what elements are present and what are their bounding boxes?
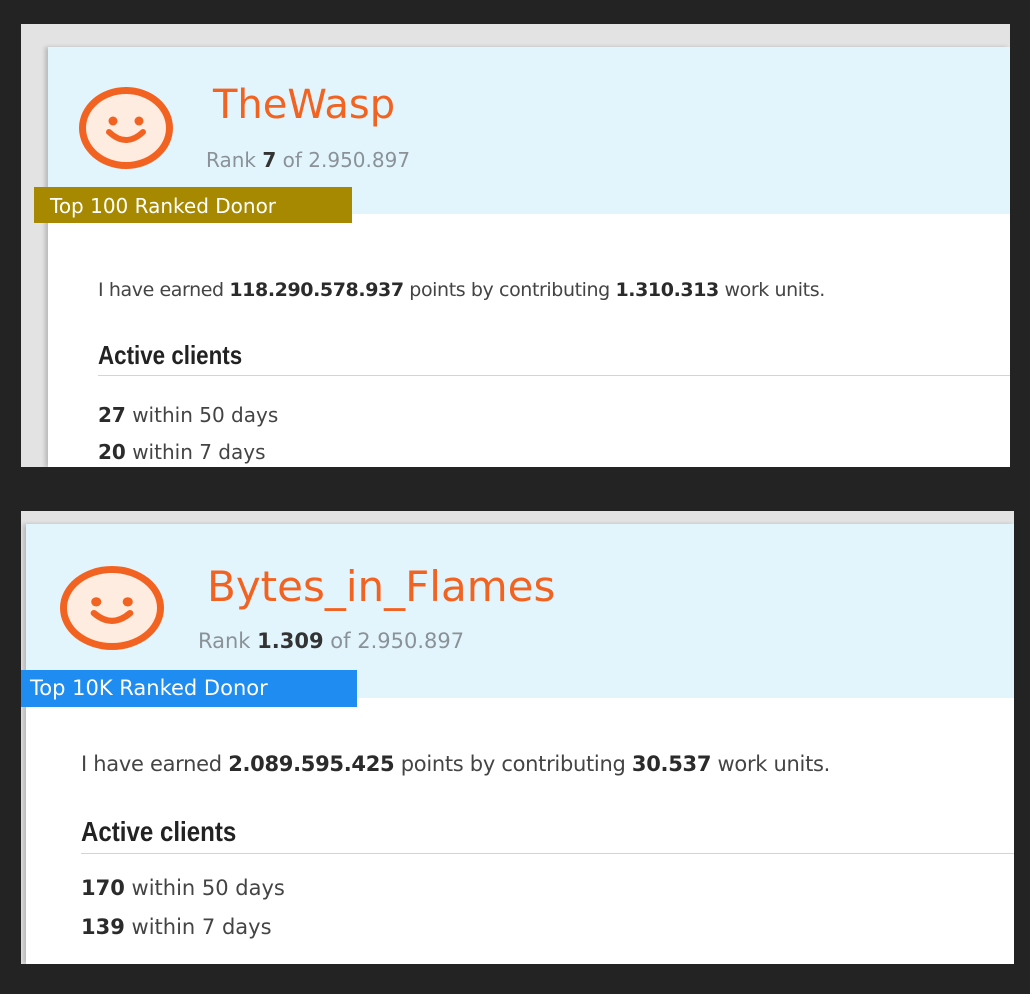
active-clients-list: 170 within 50 days 139 within 7 days: [81, 869, 285, 947]
active-clients-title: Active clients: [98, 340, 243, 370]
rank-line: Rank 7 of 2.950.897: [206, 148, 411, 172]
donor-panel-thewasp: TheWasp Rank 7 of 2.950.897 I have earne…: [21, 24, 1010, 467]
work-units-value: 1.310.313: [615, 279, 719, 301]
list-item: 20 within 7 days: [98, 440, 266, 464]
rank-value: 1.309: [257, 629, 324, 653]
points-value: 118.290.578.937: [229, 279, 404, 301]
rank-value: 7: [262, 148, 277, 172]
rank-line: Rank 1.309 of 2.950.897: [198, 629, 465, 653]
list-item: 170 within 50 days: [81, 876, 285, 900]
smiley-avatar-icon: [60, 566, 164, 650]
donor-name[interactable]: TheWasp: [213, 85, 395, 125]
smiley-avatar-icon: [79, 87, 173, 169]
donor-card: TheWasp Rank 7 of 2.950.897 I have earne…: [48, 47, 1010, 467]
donor-card: Bytes_in_Flames Rank 1.309 of 2.950.897 …: [26, 524, 1014, 964]
work-units-value: 30.537: [631, 752, 712, 776]
rank-badge: Top 100 Ranked Donor: [34, 187, 352, 223]
points-value: 2.089.595.425: [228, 752, 395, 776]
list-item: 139 within 7 days: [81, 915, 272, 939]
donor-panel-bytes-in-flames: Bytes_in_Flames Rank 1.309 of 2.950.897 …: [21, 511, 1014, 964]
donor-name[interactable]: Bytes_in_Flames: [207, 566, 555, 608]
rank-badge: Top 10K Ranked Donor: [21, 670, 357, 707]
earned-summary: I have earned 118.290.578.937 points by …: [98, 279, 825, 301]
list-item: 27 within 50 days: [98, 403, 279, 427]
active-clients-title: Active clients: [81, 816, 237, 847]
divider: [81, 853, 1014, 854]
divider: [98, 375, 1010, 376]
earned-summary: I have earned 2.089.595.425 points by co…: [81, 752, 831, 776]
active-clients-list: 27 within 50 days 20 within 7 days: [98, 397, 278, 467]
